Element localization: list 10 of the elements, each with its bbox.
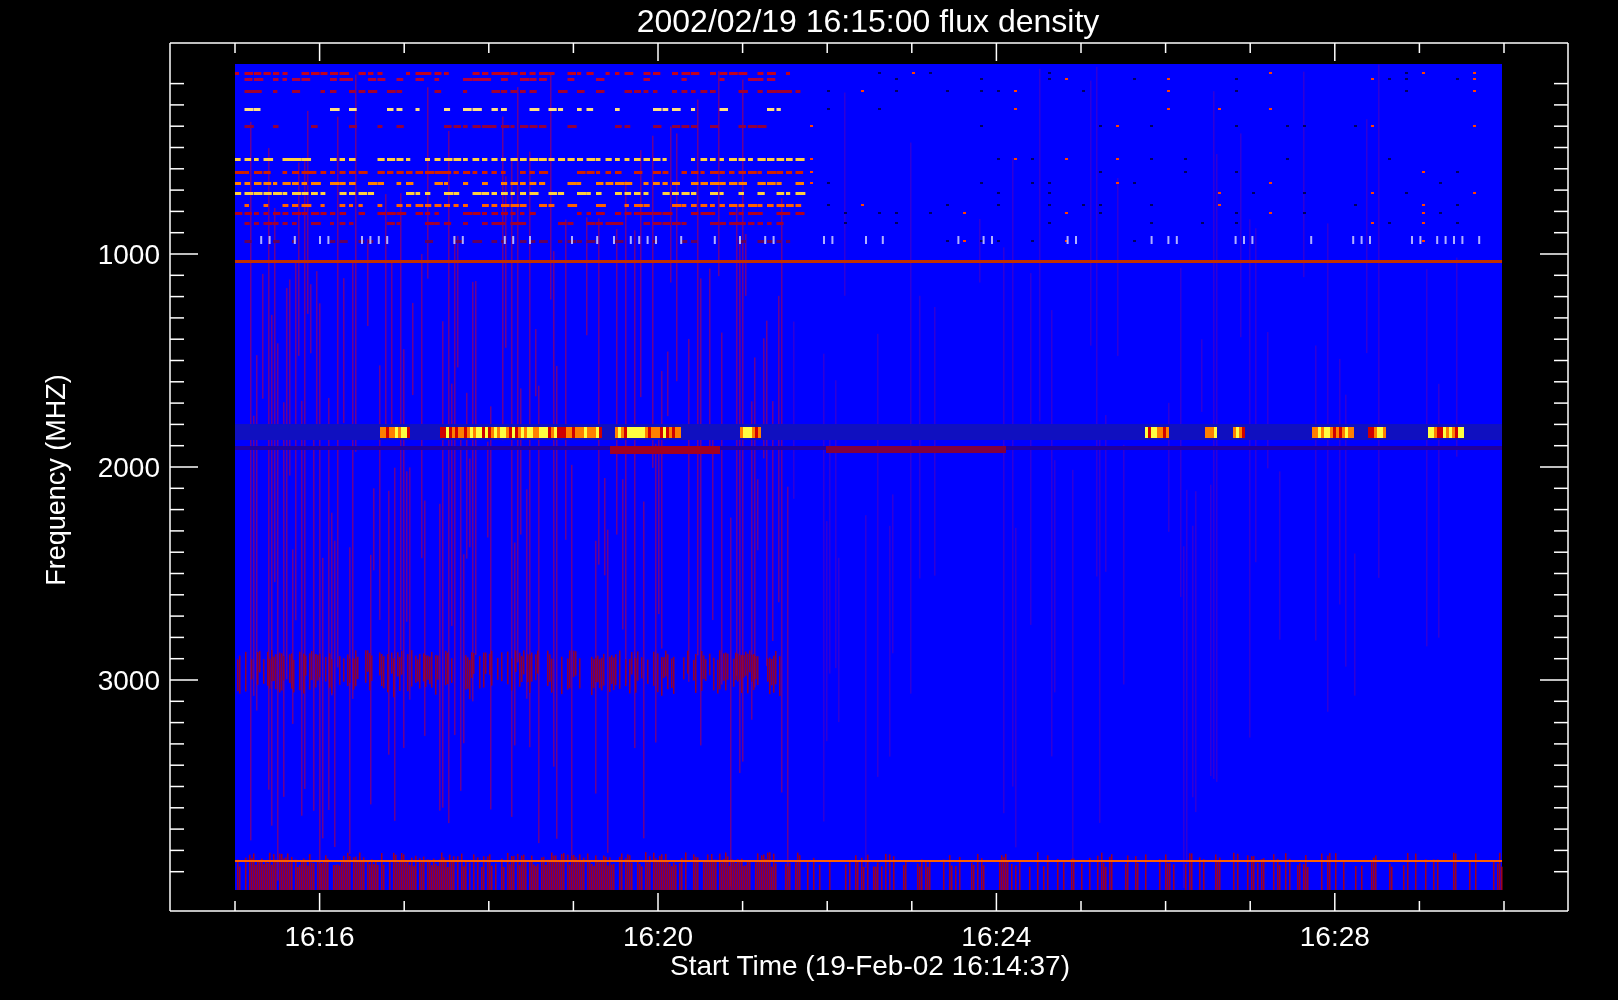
x-tick-label: 16:16 bbox=[284, 921, 355, 952]
x-tick-label: 16:28 bbox=[1299, 921, 1370, 952]
y-tick-label: 1000 bbox=[97, 239, 160, 270]
y-tick-label: 3000 bbox=[97, 665, 160, 696]
x-axis-label: Start Time (19-Feb-02 16:14:37) bbox=[670, 950, 1070, 981]
y-tick-label: 2000 bbox=[97, 452, 160, 483]
y-axis-label: Frequency (MHZ) bbox=[41, 374, 71, 586]
x-tick-label: 16:20 bbox=[622, 921, 694, 952]
x-tick-label: 16:24 bbox=[961, 921, 1032, 952]
plot-title: 2002/02/19 16:15:00 flux density bbox=[636, 3, 1100, 39]
